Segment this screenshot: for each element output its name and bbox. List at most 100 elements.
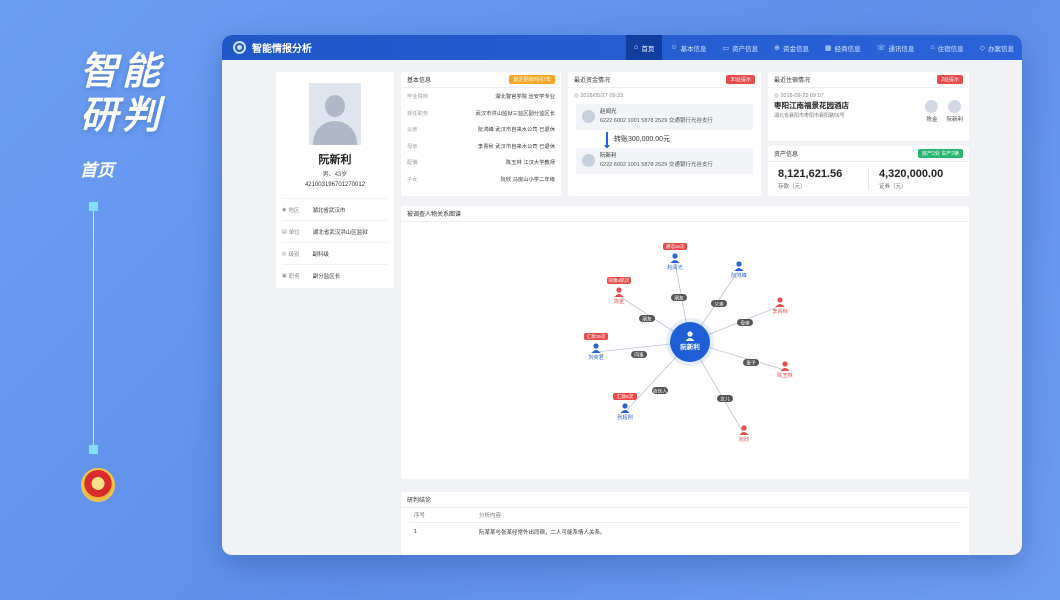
funds-to-card[interactable]: 阮新利 6222 6002 1001 5878 2529 交通银行光谷支行 — [576, 148, 753, 174]
hero-title-line1: 智能 — [80, 51, 165, 93]
relation-label: 父亲 — [711, 300, 727, 308]
securities-stat: 4,320,000.00 证券（元） — [868, 168, 969, 190]
nav-item-3[interactable]: ⊕ 资金信息 — [766, 35, 817, 60]
svg-text:刘奕君: 刘奕君 — [588, 353, 604, 361]
graph-node[interactable]: 陈玉林 — [777, 361, 794, 379]
basic-row: 配偶 陈玉林 江汉大学教师 — [407, 160, 555, 167]
graph-center-node[interactable]: 阮新利 — [666, 318, 714, 366]
svg-text:阮鸿峰: 阮鸿峰 — [731, 271, 747, 279]
level-icon: ◎ — [282, 250, 287, 257]
basic-row: 现任职务 武汉市洪山监狱三监区副分监区长 — [407, 110, 555, 117]
svg-text:陈金: 陈金 — [614, 297, 625, 305]
graph-node[interactable]: 汇款8次张超刚 — [613, 393, 637, 421]
nav-item-2[interactable]: ▭ 资产信息 — [714, 35, 766, 60]
graph-node[interactable]: 李青秋 — [772, 297, 789, 315]
nav-item-1[interactable]: ☺ 基本信息 — [662, 35, 714, 60]
svg-text:张超刚: 张超刚 — [617, 413, 633, 421]
nav-item-6[interactable]: ⌂ 住宿信息 — [922, 35, 971, 60]
deposit-stat: 8,121,621.56 存款（元） — [778, 168, 843, 190]
profile-row-level: ◎ 级别 副科级 — [282, 242, 388, 264]
person-icon — [672, 253, 678, 259]
nav-icon: ◇ — [979, 44, 985, 52]
person-icon — [741, 425, 747, 431]
person-icon — [622, 403, 628, 409]
stay-panel: 最近住宿情况 2处提示 ◎ 2018-09-22 09:07 枣阳江南福景花园酒店… — [768, 72, 969, 141]
basic-row: 母亲 李青秋 武汉市自来水公司 已退休 — [407, 143, 555, 150]
location-icon: ◉ — [282, 206, 287, 213]
panel-header: 研判结论 — [401, 492, 969, 508]
hero-section: 智能 研判 首页 — [80, 50, 164, 181]
avatar — [948, 100, 962, 113]
nav-icon: ▦ — [824, 44, 832, 52]
basic-row: 父亲 阮鸿峰 武汉市自来水公司 已退休 — [407, 127, 555, 134]
svg-text:父亲: 父亲 — [714, 301, 724, 308]
svg-text:通话18次: 通话18次 — [666, 243, 685, 250]
basic-row: 毕业院校 湖北警官学院 治安学专业 — [407, 94, 555, 101]
graph-node[interactable]: 通话18次赵闻光 — [663, 243, 687, 271]
assets-badge: 房产2处 车产2辆 — [918, 149, 963, 158]
update-badge: 最近更新时间7年 — [509, 75, 555, 84]
panel-header: 基本信息 最近更新时间7年 — [401, 72, 561, 88]
alert-badge: 2处提示 — [937, 75, 963, 84]
funds-from-card[interactable]: 赵闻光 6222 6002 1001 5878 2529 交通银行光谷支行 — [576, 104, 753, 130]
position-icon: ▣ — [282, 272, 287, 279]
avatar — [309, 83, 361, 145]
stay-time: ◎ 2018-09-22 09:07 — [774, 93, 824, 99]
nav-icon: ▭ — [722, 44, 730, 52]
svg-text:李青秋: 李青秋 — [772, 307, 788, 315]
panel-header: 最近资金情况 30处提示 — [568, 72, 761, 88]
svg-text:妻子: 妻子 — [746, 360, 756, 367]
svg-text:汇款8次: 汇款8次 — [617, 393, 634, 400]
basic-info-panel: 基本信息 最近更新时间7年 毕业院校 湖北警官学院 治安学专业 现任职务 武汉市洪山监… — [401, 72, 561, 196]
stay-person[interactable]: 阮新利 — [946, 100, 963, 123]
svg-text:阮欣: 阮欣 — [739, 435, 750, 443]
app-title: 智能情报分析 — [252, 44, 312, 55]
nav-item-7[interactable]: ◇ 办案信息 — [972, 35, 1022, 60]
alert-badge: 30处提示 — [726, 75, 755, 84]
graph-node[interactable]: 汇款16次刘奕君 — [584, 333, 608, 361]
stay-person[interactable]: 陈金 — [925, 100, 939, 123]
relation-label: 合伙人 — [652, 387, 668, 395]
nav-label: 办案信息 — [988, 45, 1014, 53]
nav-label: 经商信息 — [834, 45, 861, 53]
nav-item-0[interactable]: ⌂ 首页 — [626, 35, 663, 60]
basic-row: 子女 阮欣 马房山小学二年级 — [407, 176, 555, 183]
relation-graph-panel: 被调查人物关系图谱 朋友 父亲 朋友 母亲 同事 妻子 合伙人 女儿 通话18次 赵闻光 阮鸿峰 同乘… — [401, 206, 969, 479]
nav-icon: ⌂ — [634, 44, 639, 51]
emblem-icon — [81, 468, 115, 502]
graph-node[interactable]: 同乘4航次陈金 — [607, 277, 631, 305]
arrow-down-icon — [604, 132, 610, 149]
profile-details: ◉ 地区 湖北省武汉市 ▤ 单位 湖北省武汉洪山区监狱 ◎ 级别 副科级 ▣ 职务 副分监区长 — [276, 198, 394, 286]
avatar — [582, 154, 595, 167]
relation-label: 妻子 — [743, 359, 759, 367]
relation-label: 同事 — [631, 351, 647, 359]
person-icon — [736, 261, 742, 267]
svg-text:朋友: 朋友 — [642, 316, 652, 323]
svg-text:母亲: 母亲 — [740, 320, 750, 327]
main-nav: ⌂ 首页 ☺ 基本信息 ▭ 资产信息 ⊕ 资金信息 ▦ 经商信息 ☏ 通讯信息 ⌂ 住宿信息 ◇ 办案信息 — [626, 35, 1022, 60]
app-window: 智能情报分析 ⌂ 首页 ☺ 基本信息 ▭ 资产信息 ⊕ 资金信息 ▦ 经商信息 ☏ 通讯信息 ⌂ 住宿信息… — [222, 35, 1022, 555]
profile-id-number: 421003196701270012 — [304, 182, 366, 188]
avatar — [925, 100, 939, 113]
timeline-dot-top — [89, 202, 98, 211]
hero-title-line2: 研判 — [80, 95, 165, 137]
svg-text:女儿: 女儿 — [720, 396, 730, 403]
graph-node[interactable]: 阮鸿峰 — [731, 261, 747, 279]
nav-icon: ⌂ — [930, 44, 935, 51]
stay-persons: 陈金 阮新利 — [925, 100, 963, 123]
svg-text:阮新利: 阮新利 — [680, 342, 700, 351]
nav-icon: ☏ — [876, 44, 886, 52]
svg-text:汇款16次: 汇款16次 — [587, 333, 606, 340]
conclusion-panel: 研判结论 序号 分析内容 1 阮某某与张某经常外出同宿，二人可能系情人关系。 — [401, 492, 969, 555]
profile-name: 阮新利 — [318, 154, 352, 166]
person-icon — [616, 287, 622, 293]
profile-row-unit: ▤ 单位 湖北省武汉洪山区监狱 — [282, 220, 388, 242]
nav-label: 资产信息 — [732, 45, 759, 53]
nav-label: 基本信息 — [680, 45, 707, 53]
nav-item-4[interactable]: ▦ 经商信息 — [817, 35, 869, 60]
hero-subtitle: 首页 — [80, 161, 114, 180]
nav-item-5[interactable]: ☏ 通讯信息 — [869, 35, 923, 60]
nav-icon: ⊕ — [774, 44, 780, 52]
panel-header: 资产信息 房产2处 车产2辆 — [768, 146, 969, 162]
funds-time: ◎ 2018/05/27 09:33 — [574, 93, 624, 99]
